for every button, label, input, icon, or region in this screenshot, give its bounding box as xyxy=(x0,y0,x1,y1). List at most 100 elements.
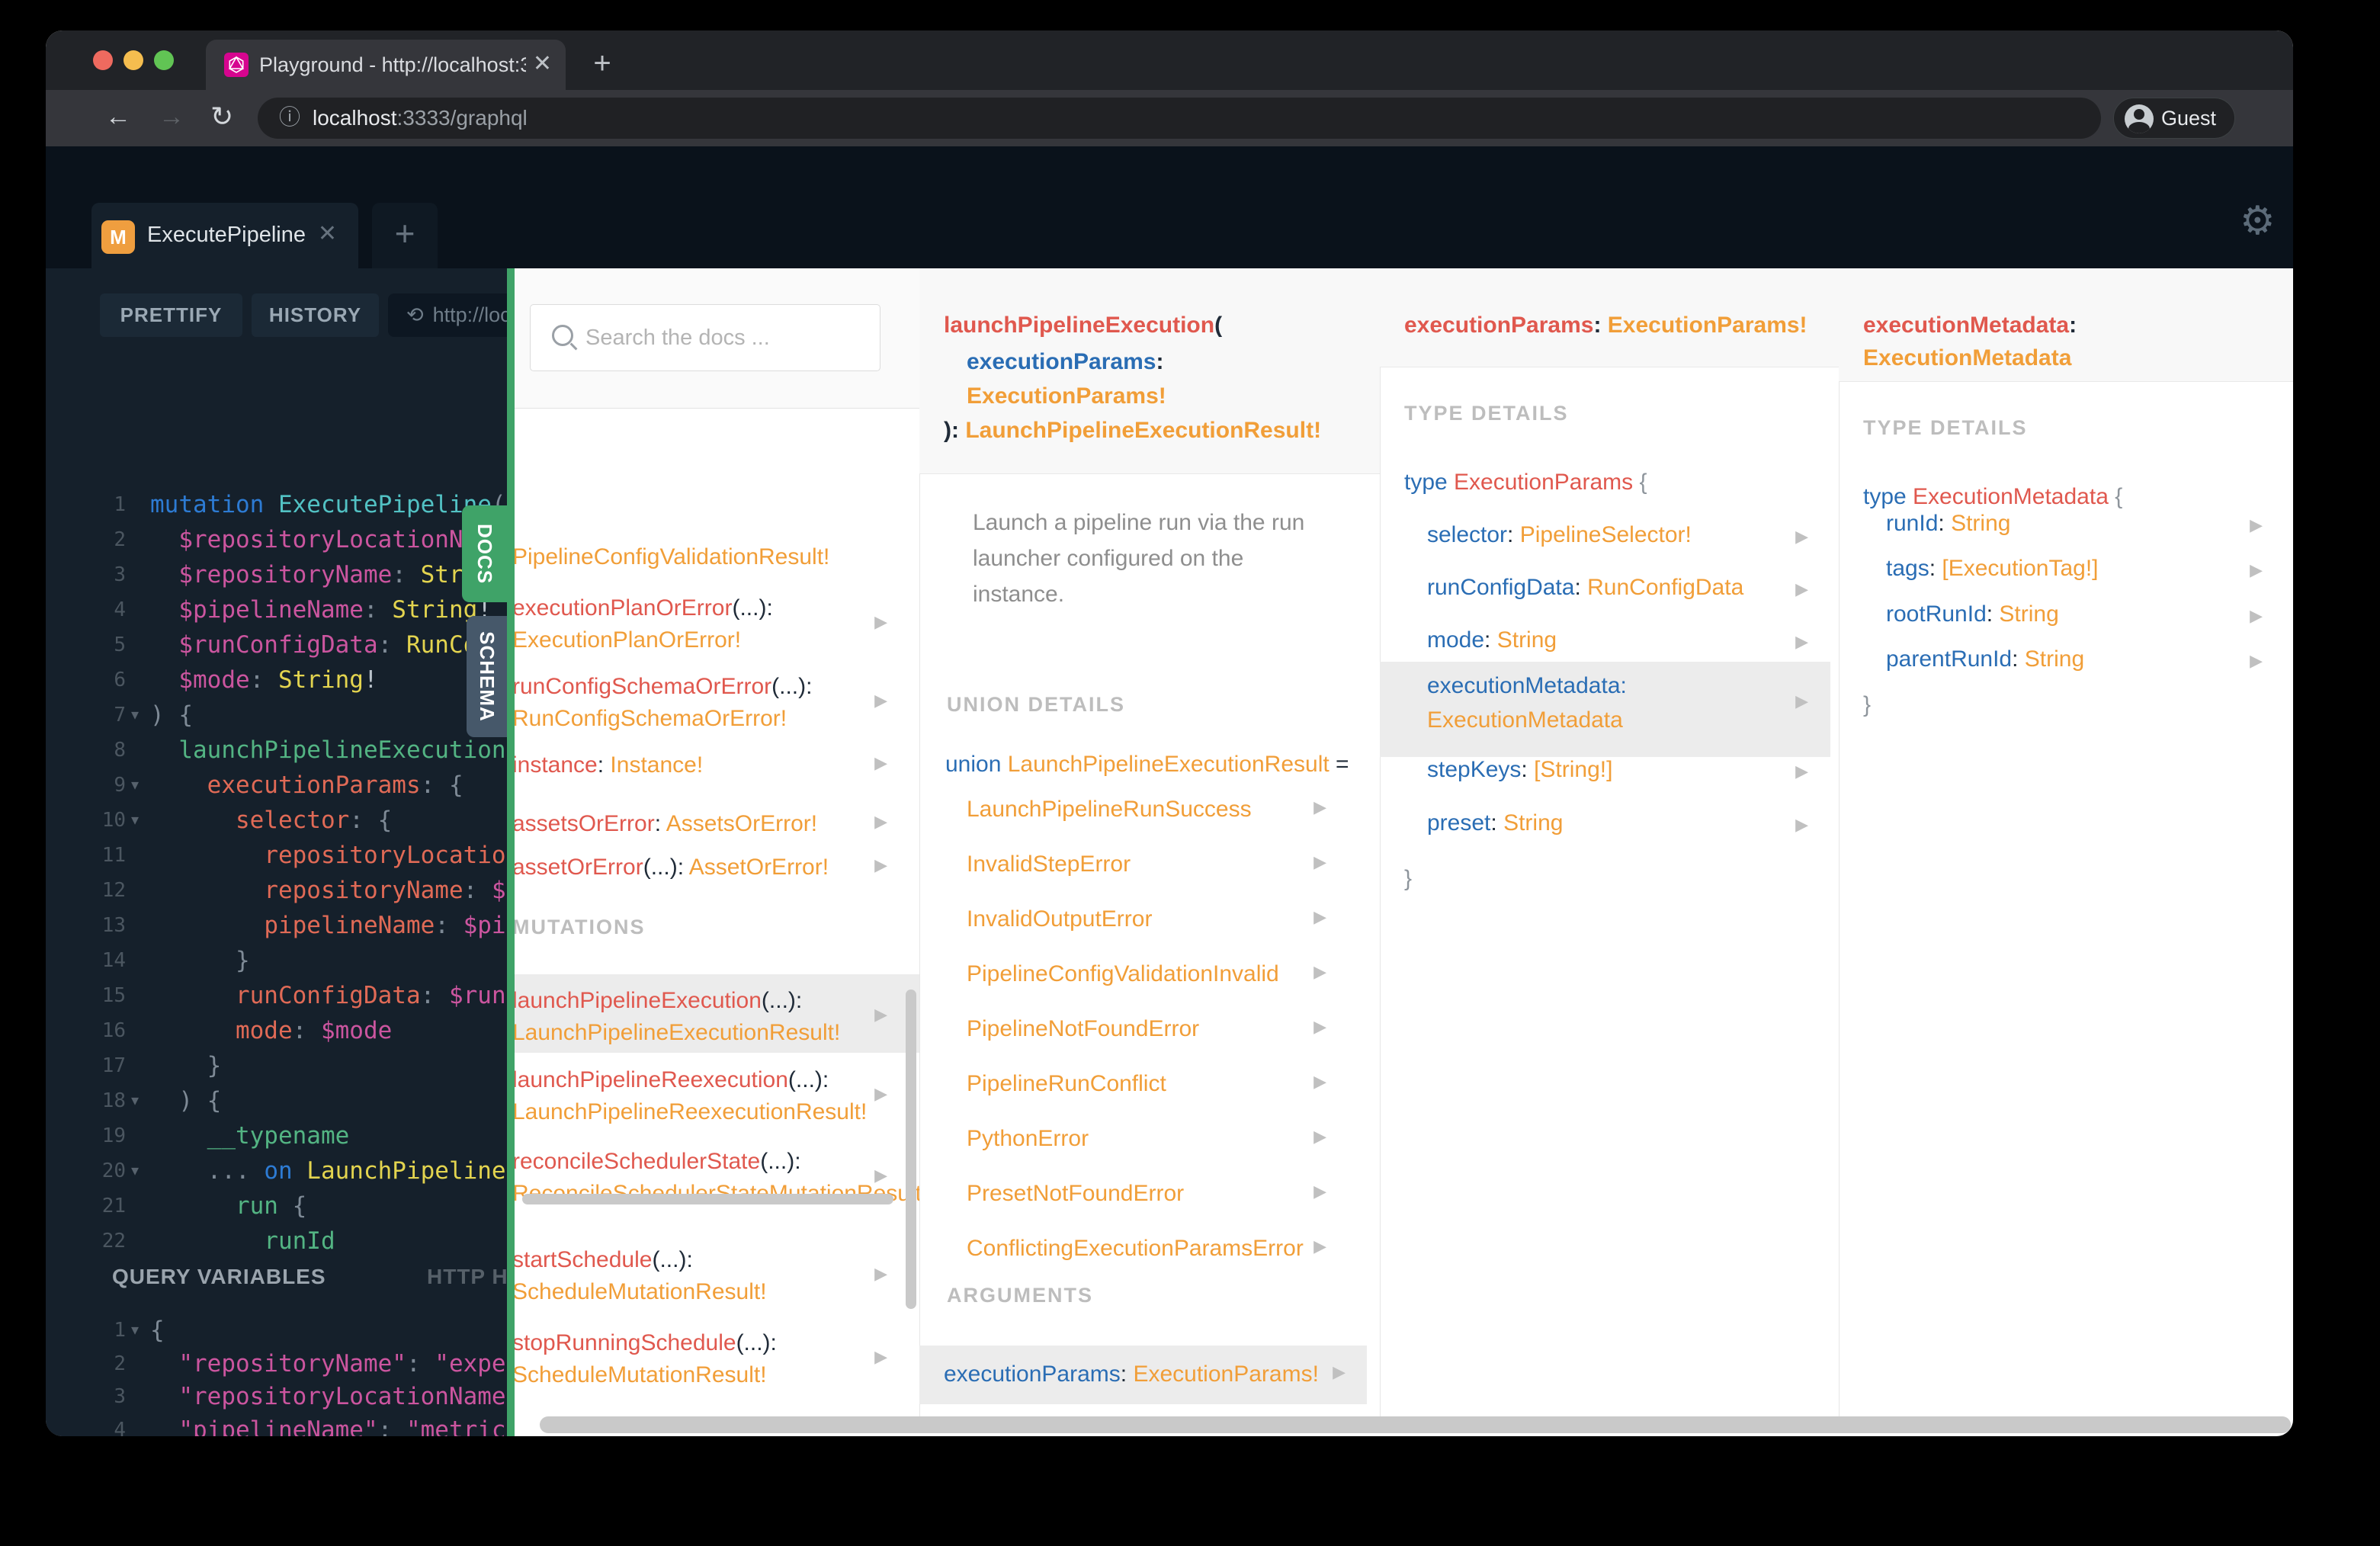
expand-arrow-icon[interactable]: ▶ xyxy=(874,1264,887,1284)
expand-arrow-icon[interactable]: ▶ xyxy=(1313,852,1326,872)
docs-item[interactable]: executionPlanOrError(...): xyxy=(515,592,773,624)
expand-arrow-icon[interactable]: ▶ xyxy=(1313,1017,1326,1037)
forward-icon[interactable]: → xyxy=(159,90,184,146)
fold-arrow-icon[interactable]: ▾ xyxy=(131,1083,139,1118)
expand-arrow-icon[interactable]: ▶ xyxy=(1795,691,1808,711)
new-tab-button[interactable]: + xyxy=(579,40,625,90)
tab-close-icon[interactable]: ✕ xyxy=(533,40,552,90)
type-field[interactable]: preset: String xyxy=(1427,807,1563,839)
type-field[interactable]: tags: [ExecutionTag!] xyxy=(1886,553,2099,585)
expand-arrow-icon[interactable]: ▶ xyxy=(1313,797,1326,817)
type-field[interactable]: parentRunId: String xyxy=(1886,643,2084,675)
union-member[interactable]: LaunchPipelineRunSuccess xyxy=(967,794,1252,826)
back-icon[interactable]: ← xyxy=(105,90,131,146)
expand-arrow-icon[interactable]: ▶ xyxy=(1313,1182,1326,1201)
expand-arrow-icon[interactable]: ▶ xyxy=(874,612,887,632)
docs-list-horizontal-scrollbar[interactable] xyxy=(522,1194,893,1204)
expand-arrow-icon[interactable]: ▶ xyxy=(874,855,887,875)
docs-side-tab[interactable]: DOCS xyxy=(462,505,507,602)
tab-http-headers[interactable]: HTTP HEADERS xyxy=(427,1256,507,1298)
type-field[interactable]: selector: PipelineSelector! xyxy=(1427,519,1692,551)
fold-arrow-icon[interactable]: ▾ xyxy=(131,1313,139,1348)
argument-row[interactable]: executionParams: ExecutionParams! xyxy=(944,1358,1319,1390)
browser-tab[interactable]: Playground - http://localhost:3 ✕ xyxy=(206,40,566,90)
type-field[interactable]: runId: String xyxy=(1886,508,2010,540)
expand-arrow-icon[interactable]: ▶ xyxy=(1795,815,1808,835)
docs-horizontal-scrollbar[interactable] xyxy=(540,1416,2291,1433)
query-editor-pane[interactable]: PRETTIFY HISTORY ⟲ http://loc 1 mutation E… xyxy=(46,268,507,1436)
type-field[interactable]: ExecutionMetadata xyxy=(1427,704,1623,736)
refresh-endpoint-icon[interactable]: ⟲ xyxy=(388,303,433,326)
expand-arrow-icon[interactable]: ▶ xyxy=(2250,515,2263,535)
url-bar[interactable]: ⓘ localhost:3333/graphql xyxy=(258,98,2101,139)
expand-arrow-icon[interactable]: ▶ xyxy=(874,1005,887,1025)
expand-arrow-icon[interactable]: ▶ xyxy=(874,1347,887,1367)
docs-item[interactable]: LaunchPipelineReexecutionResult! xyxy=(515,1096,867,1128)
docs-item[interactable]: stopRunningSchedule(...): xyxy=(515,1327,777,1359)
expand-arrow-icon[interactable]: ▶ xyxy=(1313,1127,1326,1147)
docs-item[interactable]: assetOrError(...): AssetOrError! xyxy=(515,852,829,884)
endpoint-input[interactable]: ⟲ http://loc xyxy=(388,293,507,337)
union-member[interactable]: InvalidStepError xyxy=(967,848,1131,880)
docs-item[interactable]: assetsOrError: AssetsOrError! xyxy=(515,808,817,840)
workspace-tab[interactable]: M ExecutePipeline ✕ xyxy=(91,203,358,268)
settings-gear-icon[interactable]: ⚙ xyxy=(2240,198,2276,244)
expand-arrow-icon[interactable]: ▶ xyxy=(1795,527,1808,547)
close-window-button[interactable] xyxy=(93,50,113,70)
expand-arrow-icon[interactable]: ▶ xyxy=(1795,762,1808,781)
expand-arrow-icon[interactable]: ▶ xyxy=(874,1166,887,1185)
union-member[interactable]: PipelineConfigValidationInvalid xyxy=(967,958,1279,990)
expand-arrow-icon[interactable]: ▶ xyxy=(1313,962,1326,982)
expand-arrow-icon[interactable]: ▶ xyxy=(2250,651,2263,671)
minimize-window-button[interactable] xyxy=(123,50,143,70)
docs-item[interactable]: ExecutionPlanOrError! xyxy=(515,624,741,656)
docs-item[interactable]: RunConfigSchemaOrError! xyxy=(515,703,787,735)
docs-item[interactable]: ScheduleMutationResult! xyxy=(515,1359,767,1391)
docs-item[interactable]: startSchedule(...): xyxy=(515,1244,693,1276)
expand-arrow-icon[interactable]: ▶ xyxy=(874,691,887,710)
union-member[interactable]: PipelineRunConflict xyxy=(967,1068,1166,1100)
profile-button[interactable]: Guest xyxy=(2113,98,2235,139)
docs-item[interactable]: ScheduleMutationResult! xyxy=(515,1276,767,1308)
type-field[interactable]: stepKeys: [String!] xyxy=(1427,754,1612,786)
prettify-button[interactable]: PRETTIFY xyxy=(100,293,242,337)
docs-item[interactable]: launchPipelineExecution(...): xyxy=(515,985,802,1017)
docs-item[interactable]: runConfigSchemaOrError(...): xyxy=(515,671,812,703)
union-member[interactable]: ConflictingExecutionParamsError xyxy=(967,1233,1304,1265)
docs-item[interactable]: LaunchPipelineExecutionResult! xyxy=(515,1017,840,1049)
add-workspace-tab-button[interactable]: + xyxy=(372,203,438,268)
zoom-window-button[interactable] xyxy=(154,50,174,70)
expand-arrow-icon[interactable]: ▶ xyxy=(1313,1072,1326,1092)
expand-arrow-icon[interactable]: ▶ xyxy=(874,812,887,832)
expand-arrow-icon[interactable]: ▶ xyxy=(1313,1236,1326,1256)
docs-item[interactable]: launchPipelineReexecution(...): xyxy=(515,1064,829,1096)
expand-arrow-icon[interactable]: ▶ xyxy=(874,753,887,773)
site-info-icon[interactable]: ⓘ xyxy=(279,98,300,139)
fold-arrow-icon[interactable]: ▾ xyxy=(131,768,139,803)
type-field[interactable]: mode: String xyxy=(1427,624,1557,656)
expand-arrow-icon[interactable]: ▶ xyxy=(1313,907,1326,927)
fold-arrow-icon[interactable]: ▾ xyxy=(131,1153,139,1188)
fold-arrow-icon[interactable]: ▾ xyxy=(131,698,139,733)
type-field[interactable]: rootRunId: String xyxy=(1886,598,2059,630)
expand-arrow-icon[interactable]: ▶ xyxy=(1333,1362,1346,1382)
union-member[interactable]: PythonError xyxy=(967,1123,1089,1155)
expand-arrow-icon[interactable]: ▶ xyxy=(2250,560,2263,580)
search-input[interactable]: Search the docs ... xyxy=(530,304,880,371)
docs-list-vertical-scrollbar[interactable] xyxy=(906,990,916,1309)
union-member[interactable]: PresetNotFoundError xyxy=(967,1178,1184,1210)
expand-arrow-icon[interactable]: ▶ xyxy=(1795,579,1808,599)
workspace-tab-close-icon[interactable]: ✕ xyxy=(318,203,337,268)
type-field[interactable]: runConfigData: RunConfigData xyxy=(1427,572,1743,604)
fold-arrow-icon[interactable]: ▾ xyxy=(131,803,139,838)
union-member[interactable]: PipelineNotFoundError xyxy=(967,1013,1199,1045)
history-button[interactable]: HISTORY xyxy=(252,293,379,337)
expand-arrow-icon[interactable]: ▶ xyxy=(1795,632,1808,652)
docs-item[interactable]: instance: Instance! xyxy=(515,749,703,781)
union-member[interactable]: InvalidOutputError xyxy=(967,903,1152,935)
expand-arrow-icon[interactable]: ▶ xyxy=(2250,606,2263,626)
reload-icon[interactable]: ↻ xyxy=(210,90,233,146)
tab-query-variables[interactable]: QUERY VARIABLES xyxy=(112,1256,326,1298)
expand-arrow-icon[interactable]: ▶ xyxy=(874,1084,887,1104)
schema-side-tab[interactable]: SCHEMA xyxy=(467,616,507,737)
